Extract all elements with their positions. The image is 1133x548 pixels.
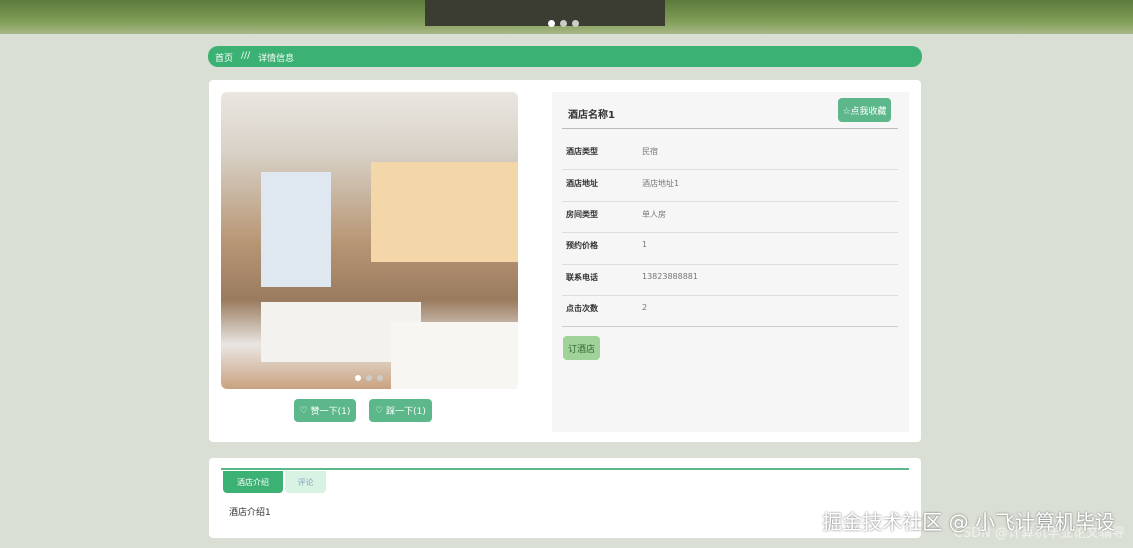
watermark: 掘金技术社区 @ 小飞计算机毕设: [822, 510, 1115, 534]
like-button[interactable]: ♡ 赞一下(1): [294, 399, 356, 422]
dislike-button[interactable]: ♡ 踩一下(1): [369, 399, 432, 422]
banner-image: [425, 0, 665, 26]
thumbs-up-icon: ♡: [299, 405, 308, 416]
book-hotel-button[interactable]: 订酒店: [563, 336, 600, 360]
hotel-info-panel: 酒店名称1 ☆点我收藏 酒店类型 民宿 酒店地址 酒店地址1 房间类型 单人房 预约价…: [552, 92, 909, 432]
tab-comments[interactable]: 评论: [285, 471, 326, 493]
tab-content: 酒店介绍1: [229, 508, 271, 518]
field-row: 联系电话 13823888881: [566, 272, 698, 282]
field-row: 点击次数 2: [566, 303, 648, 313]
tabs-card: 酒店介绍 评论 酒店介绍1: [209, 458, 921, 538]
breadcrumb-separator: ///: [241, 51, 251, 61]
banner-dots[interactable]: [548, 20, 579, 27]
breadcrumb-home[interactable]: 首页: [215, 51, 233, 64]
photo-dots[interactable]: [355, 375, 383, 381]
hotel-name: 酒店名称1: [568, 110, 615, 121]
field-row: 预约价格 1: [566, 240, 648, 250]
tab-hotel-intro[interactable]: 酒店介绍: [223, 471, 283, 493]
breadcrumb-current: 详情信息: [258, 54, 295, 64]
thumbs-down-icon: ♡: [375, 405, 384, 416]
field-row: 房间类型 单人房: [566, 210, 666, 219]
breadcrumb: 首页 /// 详情信息: [208, 46, 922, 67]
banner-carousel[interactable]: [0, 0, 1133, 34]
collect-button[interactable]: ☆点我收藏: [838, 98, 891, 122]
field-row: 酒店地址 酒店地址1: [566, 179, 680, 188]
hotel-photo-carousel[interactable]: [221, 92, 518, 389]
detail-card: ♡ 赞一下(1) ♡ 踩一下(1) 酒店名称1 ☆点我收藏 酒店类型 民宿 酒店地址酒…: [209, 80, 921, 442]
field-row: 酒店类型 民宿: [566, 147, 658, 156]
